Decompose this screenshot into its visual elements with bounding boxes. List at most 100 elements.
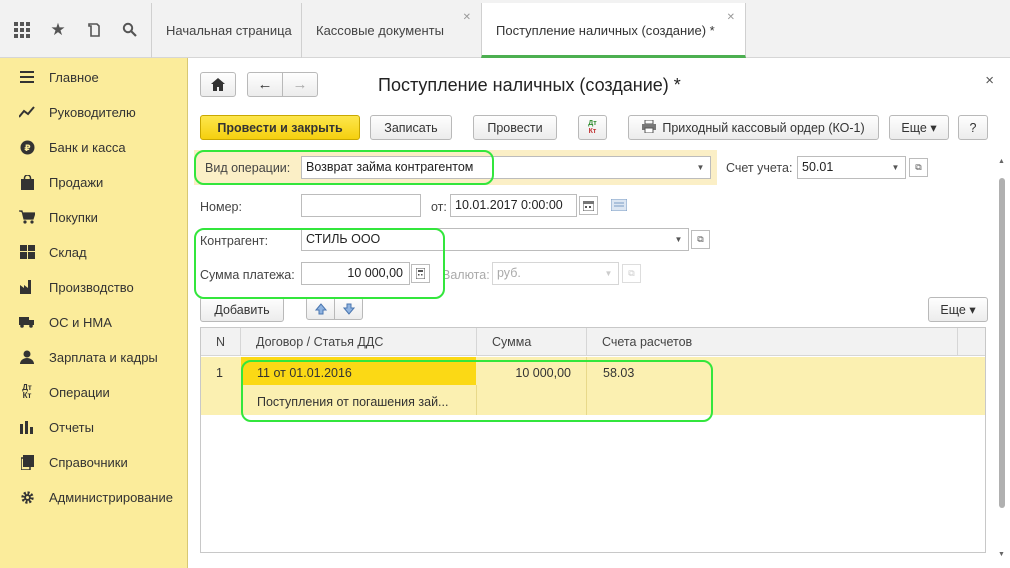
sidebar-item-label: Справочники [49,454,128,470]
account-dropdown-button[interactable]: ▼ [886,156,906,179]
sidebar-item-label: Покупки [49,209,98,225]
column-header-label: Сумма [492,335,532,349]
post-and-close-button[interactable]: Провести и закрыть [200,115,360,140]
back-button[interactable]: ← [247,72,283,97]
close-tab-icon[interactable]: ✕ [727,12,735,23]
table-more-button[interactable]: Еще ▾ [928,297,988,322]
row-number: 1 [216,366,223,380]
sidebar-item-label: Главное [49,69,99,85]
sidebar-item-admin[interactable]: Администрирование [0,482,188,512]
sidebar-item-purchases[interactable]: Покупки [0,202,188,232]
currency-label: Валюта: [442,268,490,282]
sidebar-item-label: ОС и НМА [49,314,112,330]
warehouse-icon [19,244,35,260]
column-header-contract[interactable]: Договор / Статья ДДС [241,328,477,356]
truck-icon [19,314,35,330]
add-row-button[interactable]: Добавить [200,297,284,322]
sidebar-item-reports[interactable]: Отчеты [0,412,188,442]
sidebar-item-fixed-assets[interactable]: ОС и НМА [0,307,188,337]
button-label: Записать [384,120,438,135]
currency-field[interactable]: руб. [492,262,600,285]
print-cash-order-button[interactable]: Приходный кассовый ордер (КО-1) [628,115,879,140]
apps-grid-icon[interactable] [8,16,36,44]
trend-icon [19,104,35,120]
column-header-n[interactable]: N [201,328,241,356]
document-history-icon[interactable] [610,198,628,214]
tab-cash-receipt[interactable]: Поступление наличных (создание) * ✕ [481,3,746,58]
sidebar-item-operations[interactable]: Дт Кт Операции [0,377,188,407]
arrow-up-icon [314,302,327,314]
ruble-icon: ₽ [19,139,35,155]
tab-cash-documents[interactable]: Кассовые документы ✕ [301,3,481,58]
column-header-label: Договор / Статья ДДС [256,335,384,349]
book-icon [19,454,35,470]
tab-label: Кассовые документы [316,23,444,38]
currency-open-button[interactable]: ⧉ [622,264,641,283]
factory-icon [19,279,35,295]
dt-kt-button[interactable]: Дт Кт [578,115,607,140]
post-button[interactable]: Провести [473,115,557,140]
help-button[interactable]: ? [958,115,988,140]
column-header-accounts[interactable]: Счета расчетов [587,328,958,356]
sidebar-item-director[interactable]: Руководителю [0,97,188,127]
counterparty-open-button[interactable]: ⧉ [691,230,710,249]
tab-label: Поступление наличных (создание) * [496,23,715,38]
button-label: Приходный кассовый ордер (КО-1) [662,120,865,135]
account-open-button[interactable]: ⧉ [909,158,928,177]
sidebar-item-bank-cash[interactable]: ₽ Банк и касса [0,132,188,162]
sidebar-item-label: Администрирование [49,489,173,505]
save-button[interactable]: Записать [370,115,452,140]
close-tab-icon[interactable]: ✕ [463,12,471,23]
scrollbar-thumb[interactable] [999,178,1005,508]
vertical-scrollbar[interactable]: ▲ ▼ [998,158,1006,558]
scroll-up-icon[interactable]: ▲ [998,158,1005,165]
sidebar-item-label: Банк и касса [49,139,126,155]
more-button[interactable]: Еще ▾ [889,115,949,140]
sidebar-item-production[interactable]: Производство [0,272,188,302]
column-header-label: N [216,335,226,349]
history-icon[interactable] [80,16,108,44]
number-field[interactable] [301,194,421,217]
sidebar-item-warehouse[interactable]: Склад [0,237,188,267]
sidebar: Главное Руководителю ₽ Банк и касса Прод… [0,58,188,568]
sidebar-item-label: Продажи [49,174,104,190]
svg-text:₽: ₽ [24,144,30,154]
calendar-button[interactable] [579,196,598,215]
scroll-down-icon[interactable]: ▼ [998,551,1005,558]
form-content: ← → Поступление наличных (создание) * × … [189,58,1010,568]
account-label: Счет учета: [726,161,793,175]
move-up-button[interactable] [306,297,335,320]
counterparty-dropdown-button[interactable]: ▼ [669,228,689,251]
dt-kt-icon: Дт Кт [22,383,32,400]
annotation-table-row [241,360,713,422]
close-form-icon[interactable]: × [985,72,994,89]
number-label: Номер: [200,200,242,214]
sidebar-item-label: Производство [49,279,134,295]
tab-home[interactable]: Начальная страница [151,3,301,58]
bag-icon [19,174,35,190]
sidebar-item-label: Отчеты [49,419,94,435]
home-button[interactable] [200,72,236,97]
account-field[interactable]: 50.01 [797,156,887,179]
calendar-icon [583,200,594,211]
sidebar-item-label: Зарплата и кадры [49,349,158,365]
sidebar-item-references[interactable]: Справочники [0,447,188,477]
currency-dropdown-button[interactable]: ▼ [599,262,619,285]
search-icon[interactable] [116,16,144,44]
tab-label: Начальная страница [166,23,292,38]
sidebar-item-sales[interactable]: Продажи [0,167,188,197]
forward-button[interactable]: → [282,72,318,97]
move-down-button[interactable] [334,297,363,320]
sidebar-item-label: Склад [49,244,87,260]
operation-dropdown-button[interactable]: ▼ [691,156,711,179]
button-label: Провести [487,120,543,135]
button-label: Провести и закрыть [217,120,343,135]
sidebar-item-main[interactable]: Главное [0,62,188,92]
sidebar-item-label: Руководителю [49,104,136,120]
favorites-star-icon[interactable]: ★ [44,16,72,44]
column-header-sum[interactable]: Сумма [477,328,587,356]
button-label: Добавить [214,302,270,317]
date-field[interactable]: 10.01.2017 0:00:00 [450,194,577,217]
sidebar-item-salary[interactable]: Зарплата и кадры [0,342,188,372]
printer-icon [642,119,657,136]
